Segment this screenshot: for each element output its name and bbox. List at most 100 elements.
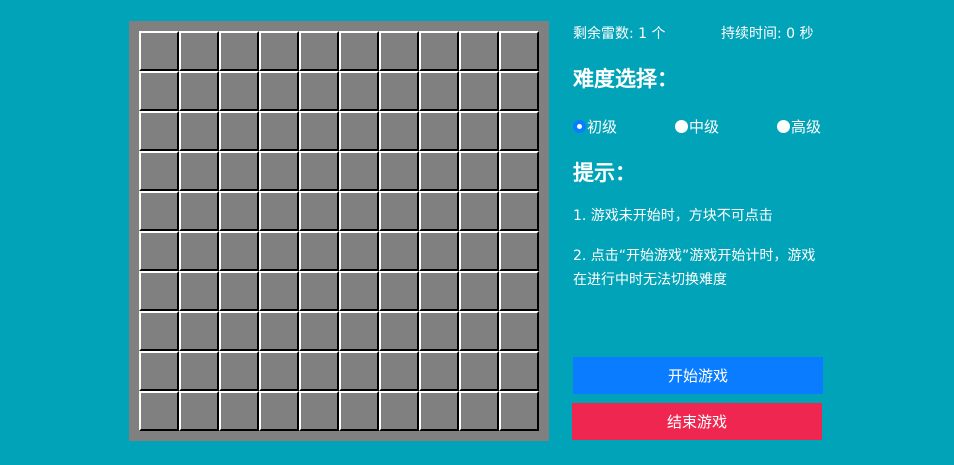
mine-cell[interactable] <box>339 111 379 151</box>
mine-cell[interactable] <box>259 31 299 71</box>
mine-cell[interactable] <box>339 71 379 111</box>
mine-cell[interactable] <box>419 191 459 231</box>
start-game-button[interactable]: 开始游戏 <box>573 357 823 394</box>
mine-cell[interactable] <box>499 111 539 151</box>
mine-cell[interactable] <box>379 191 419 231</box>
mine-cell[interactable] <box>379 391 419 431</box>
mine-cell[interactable] <box>139 151 179 191</box>
mine-cell[interactable] <box>339 391 379 431</box>
mine-cell[interactable] <box>419 271 459 311</box>
mine-cell[interactable] <box>299 391 339 431</box>
mine-cell[interactable] <box>139 231 179 271</box>
mine-cell[interactable] <box>339 271 379 311</box>
mine-cell[interactable] <box>499 271 539 311</box>
difficulty-easy[interactable]: 初级 <box>573 116 617 137</box>
mine-cell[interactable] <box>259 391 299 431</box>
mine-cell[interactable] <box>259 231 299 271</box>
mine-cell[interactable] <box>179 111 219 151</box>
mine-cell[interactable] <box>179 151 219 191</box>
mine-cell[interactable] <box>219 271 259 311</box>
mine-cell[interactable] <box>379 231 419 271</box>
mine-cell[interactable] <box>179 391 219 431</box>
mine-cell[interactable] <box>259 111 299 151</box>
mine-cell[interactable] <box>419 151 459 191</box>
mine-cell[interactable] <box>419 111 459 151</box>
mine-cell[interactable] <box>219 231 259 271</box>
mine-cell[interactable] <box>459 271 499 311</box>
radio-icon[interactable] <box>573 120 586 133</box>
mine-cell[interactable] <box>179 351 219 391</box>
mine-cell[interactable] <box>459 351 499 391</box>
mine-cell[interactable] <box>139 111 179 151</box>
mine-cell[interactable] <box>259 351 299 391</box>
mine-cell[interactable] <box>339 231 379 271</box>
mine-cell[interactable] <box>499 351 539 391</box>
mine-cell[interactable] <box>259 71 299 111</box>
mine-cell[interactable] <box>339 31 379 71</box>
mine-cell[interactable] <box>139 271 179 311</box>
mine-cell[interactable] <box>499 151 539 191</box>
mine-cell[interactable] <box>219 191 259 231</box>
mine-cell[interactable] <box>219 31 259 71</box>
mine-cell[interactable] <box>459 71 499 111</box>
mine-cell[interactable] <box>339 191 379 231</box>
radio-icon[interactable] <box>777 120 790 133</box>
mine-cell[interactable] <box>299 271 339 311</box>
mine-cell[interactable] <box>459 231 499 271</box>
mine-cell[interactable] <box>259 311 299 351</box>
mine-cell[interactable] <box>379 71 419 111</box>
mine-cell[interactable] <box>139 71 179 111</box>
mine-cell[interactable] <box>259 191 299 231</box>
mine-cell[interactable] <box>179 271 219 311</box>
end-game-button[interactable]: 结束游戏 <box>572 403 822 440</box>
mine-cell[interactable] <box>459 391 499 431</box>
mine-cell[interactable] <box>419 31 459 71</box>
mine-cell[interactable] <box>419 311 459 351</box>
mine-cell[interactable] <box>219 151 259 191</box>
mine-cell[interactable] <box>299 351 339 391</box>
mine-cell[interactable] <box>219 311 259 351</box>
mine-cell[interactable] <box>179 191 219 231</box>
mine-cell[interactable] <box>459 111 499 151</box>
mine-cell[interactable] <box>299 151 339 191</box>
mine-cell[interactable] <box>379 151 419 191</box>
mine-cell[interactable] <box>459 311 499 351</box>
mine-cell[interactable] <box>299 231 339 271</box>
mine-cell[interactable] <box>259 151 299 191</box>
mine-cell[interactable] <box>379 351 419 391</box>
mine-cell[interactable] <box>139 391 179 431</box>
mine-cell[interactable] <box>179 71 219 111</box>
mine-cell[interactable] <box>179 311 219 351</box>
mine-cell[interactable] <box>299 71 339 111</box>
difficulty-medium[interactable]: 中级 <box>675 116 719 137</box>
mine-cell[interactable] <box>379 111 419 151</box>
mine-cell[interactable] <box>459 31 499 71</box>
mine-cell[interactable] <box>379 31 419 71</box>
mine-cell[interactable] <box>499 231 539 271</box>
mine-cell[interactable] <box>499 31 539 71</box>
mine-cell[interactable] <box>139 31 179 71</box>
difficulty-hard[interactable]: 高级 <box>777 116 821 137</box>
mine-cell[interactable] <box>139 351 179 391</box>
mine-cell[interactable] <box>499 191 539 231</box>
mine-cell[interactable] <box>419 231 459 271</box>
mine-cell[interactable] <box>379 311 419 351</box>
mine-cell[interactable] <box>179 231 219 271</box>
mine-cell[interactable] <box>339 351 379 391</box>
mine-cell[interactable] <box>219 391 259 431</box>
mine-cell[interactable] <box>299 111 339 151</box>
mine-cell[interactable] <box>299 311 339 351</box>
radio-icon[interactable] <box>675 120 688 133</box>
mine-cell[interactable] <box>259 271 299 311</box>
mine-cell[interactable] <box>419 391 459 431</box>
mine-cell[interactable] <box>499 311 539 351</box>
mine-cell[interactable] <box>459 151 499 191</box>
mine-cell[interactable] <box>299 31 339 71</box>
mine-cell[interactable] <box>179 31 219 71</box>
mine-cell[interactable] <box>219 111 259 151</box>
mine-cell[interactable] <box>339 311 379 351</box>
mine-cell[interactable] <box>219 351 259 391</box>
mine-cell[interactable] <box>419 71 459 111</box>
mine-cell[interactable] <box>339 151 379 191</box>
mine-cell[interactable] <box>499 71 539 111</box>
